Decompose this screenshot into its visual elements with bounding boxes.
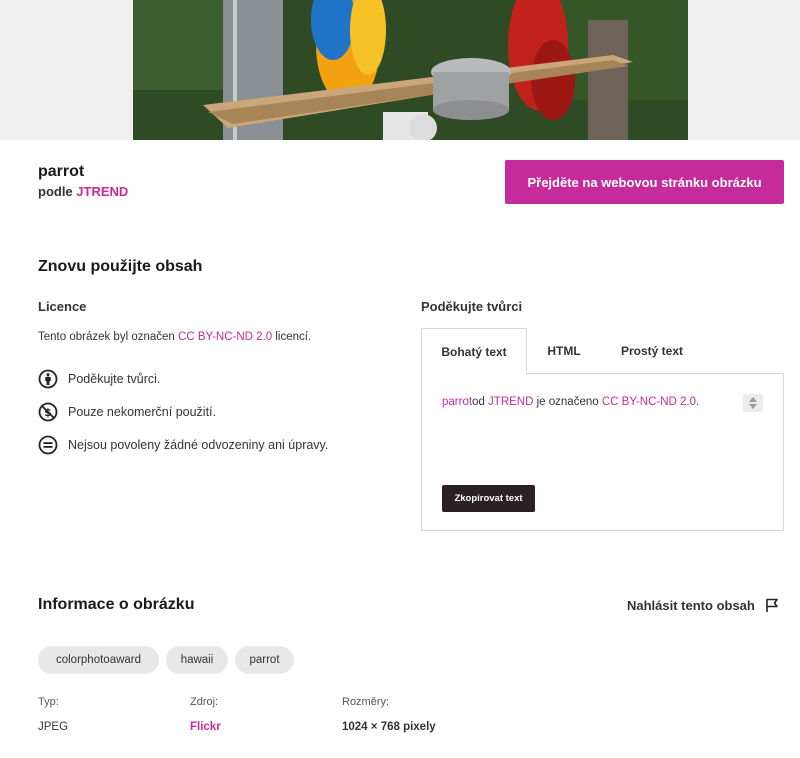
- license-text-post: licencí.: [272, 331, 312, 343]
- source-value: Flickr: [190, 721, 221, 733]
- scroll-arrows-icon[interactable]: [743, 394, 763, 412]
- license-text-pre: Tento obrázek byl označen: [38, 331, 179, 343]
- report-content-link[interactable]: Nahlásit tento obsah: [627, 597, 780, 613]
- attribution-title-link[interactable]: parrot: [442, 396, 472, 408]
- noncommercial-icon: $: [38, 402, 58, 422]
- attribution-author-link[interactable]: JTREND: [488, 396, 533, 408]
- tag-chip[interactable]: hawaii: [166, 646, 228, 674]
- attribution-tabs: Bohatý text HTML Prostý text: [421, 328, 784, 374]
- byline-prefix: podle: [38, 184, 73, 199]
- condition-attribution: Poděkujte tvůrci.: [38, 369, 160, 389]
- source-link[interactable]: Flickr: [190, 721, 221, 733]
- attribution-panel: Bohatý text HTML Prostý text parrotod JT…: [421, 328, 784, 531]
- tab-html[interactable]: HTML: [527, 328, 601, 374]
- condition-noderivatives: Nejsou povoleny žádné odvozeniny ani úpr…: [38, 435, 328, 455]
- tag-chip[interactable]: parrot: [235, 646, 294, 674]
- image-title: parrot: [38, 163, 85, 180]
- tab-plain-text[interactable]: Prostý text: [601, 328, 703, 374]
- attribution-license-link[interactable]: CC BY-NC-ND 2.0: [602, 396, 696, 408]
- condition-noncommercial: $ Pouze nekomerční použití.: [38, 402, 216, 422]
- dimensions-label: Rozměry:: [342, 696, 390, 708]
- condition-text: Poděkujte tvůrci.: [68, 372, 161, 386]
- condition-text: Pouze nekomerční použití.: [68, 405, 216, 419]
- copy-text-button[interactable]: Zkopírovat text: [442, 485, 535, 512]
- source-label: Zdroj:: [190, 696, 219, 708]
- dimensions-value: 1024 × 768 pixely: [342, 721, 436, 733]
- visit-source-button[interactable]: Přejděte na webovou stránku obrázku: [505, 160, 784, 204]
- attribution-end: .: [696, 396, 700, 408]
- image-banner: [0, 0, 800, 140]
- attribution-heading: Poděkujte tvůrci: [421, 299, 523, 314]
- tag-chip[interactable]: colorphotoaward: [38, 646, 159, 674]
- tab-rich-text[interactable]: Bohatý text: [421, 328, 527, 374]
- image-info-heading: Informace o obrázku: [38, 596, 195, 613]
- image-byline: podle JTREND: [38, 184, 128, 199]
- attribution-content: parrotod JTREND je označeno CC BY-NC-ND …: [421, 373, 784, 531]
- type-value: JPEG: [38, 721, 69, 733]
- parrot-photo: [133, 0, 688, 140]
- type-label: Typ:: [38, 696, 59, 708]
- report-label: Nahlásit tento obsah: [627, 597, 755, 613]
- flag-icon: [766, 598, 778, 612]
- license-description: Tento obrázek byl označen CC BY-NC-ND 2.…: [38, 331, 311, 343]
- attribution-by: od: [472, 396, 489, 408]
- reuse-heading: Znovu použijte obsah: [38, 258, 203, 275]
- author-link[interactable]: JTREND: [76, 184, 128, 199]
- license-heading: Licence: [38, 299, 87, 314]
- noderivatives-icon: [38, 435, 58, 455]
- condition-text: Nejsou povoleny žádné odvozeniny ani úpr…: [68, 438, 329, 452]
- attribution-text[interactable]: parrotod JTREND je označeno CC BY-NC-ND …: [442, 396, 699, 408]
- attribution-icon: [38, 369, 58, 389]
- attribution-marked: je označeno: [533, 396, 602, 408]
- license-link[interactable]: CC BY-NC-ND 2.0: [178, 331, 272, 343]
